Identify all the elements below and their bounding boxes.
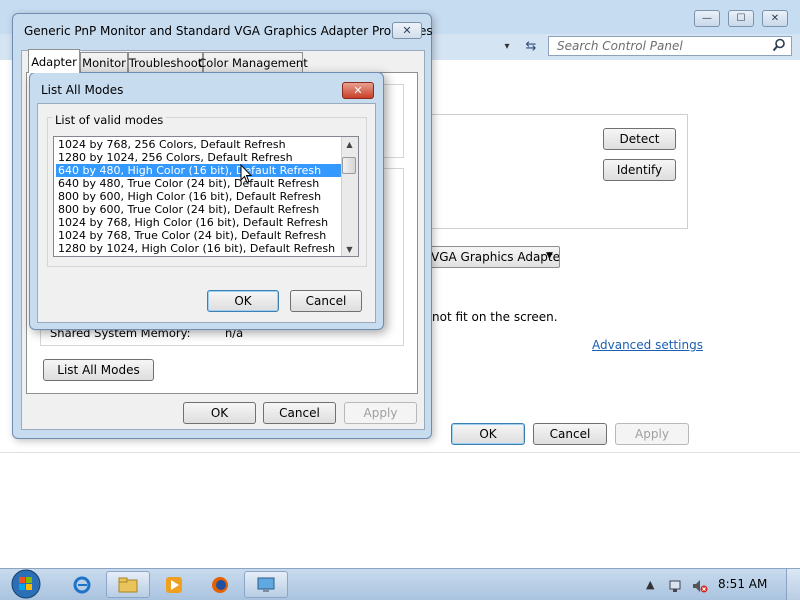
modes-scrollbar[interactable]	[341, 137, 358, 256]
list-all-modes-button[interactable]: List All Modes	[43, 359, 154, 381]
advanced-settings-link[interactable]: Advanced settings	[592, 338, 703, 352]
maximize-button[interactable]: ☐	[728, 10, 754, 27]
scroll-down-button[interactable]: ▼	[341, 242, 358, 256]
close-icon: ✕	[353, 84, 363, 97]
tab-monitor[interactable]: Monitor	[80, 52, 128, 72]
tab-troubleshoot[interactable]: Troubleshoot	[128, 52, 203, 72]
scroll-thumb[interactable]	[342, 157, 356, 174]
list-item[interactable]: 1024 by 768, 256 Colors, Default Refresh	[56, 138, 341, 151]
dialog-title: Generic PnP Monitor and Standard VGA Gra…	[24, 24, 433, 38]
minimize-button[interactable]: —	[694, 10, 720, 27]
taskbar-internet-explorer[interactable]	[60, 571, 104, 598]
dialog-close-button[interactable]: ✕	[392, 22, 422, 39]
detect-button[interactable]: Detect	[603, 128, 676, 150]
taskbar-firefox[interactable]	[198, 571, 242, 598]
valid-modes-label: List of valid modes	[52, 113, 167, 127]
cp-ok-button[interactable]: OK	[451, 423, 525, 445]
list-item-selected[interactable]: 640 by 480, High Color (16 bit), Default…	[56, 164, 341, 177]
control-panel-footer	[0, 452, 800, 568]
tab-color-management[interactable]: Color Management	[198, 52, 308, 72]
list-item[interactable]: 1280 by 1024, 256 Colors, Default Refres…	[56, 151, 341, 164]
modes-listbox[interactable]: 1024 by 768, 256 Colors, Default Refresh…	[53, 136, 359, 257]
maximize-icon: ☐	[736, 13, 746, 24]
list-item[interactable]: 1024 by 768, True Color (24 bit), Defaul…	[56, 229, 341, 242]
address-dropdown-button[interactable]: ▾	[498, 36, 516, 56]
search-input[interactable]: Search Control Panel	[548, 36, 792, 56]
media-player-icon	[166, 576, 182, 593]
refresh-icon: ⇆	[525, 38, 537, 54]
taskbar-media-player[interactable]	[152, 571, 196, 598]
list-item[interactable]: 640 by 480, True Color (24 bit), Default…	[56, 177, 341, 190]
chevron-up-icon: ▲	[346, 139, 353, 149]
mouse-pointer-icon	[240, 163, 253, 187]
props-cancel-button[interactable]: Cancel	[263, 402, 336, 424]
close-icon: ✕	[770, 13, 780, 24]
start-button[interactable]	[8, 569, 44, 599]
firefox-icon	[212, 576, 228, 593]
resolution-warning-text: not fit on the screen.	[432, 310, 558, 324]
system-clock[interactable]: 8:51 AM	[718, 577, 767, 591]
chevron-down-icon: ▾	[504, 40, 510, 52]
folder-icon	[118, 577, 138, 592]
show-desktop-button[interactable]	[786, 569, 800, 600]
modes-dialog-title: List All Modes	[41, 83, 124, 97]
list-item[interactable]: 800 by 600, True Color (24 bit), Default…	[56, 203, 341, 216]
list-item[interactable]: 800 by 600, High Color (16 bit), Default…	[56, 190, 341, 203]
list-item[interactable]: 1280 by 1024, High Color (16 bit), Defau…	[56, 242, 341, 255]
close-button[interactable]: ✕	[762, 10, 788, 27]
tab-adapter[interactable]: Adapter	[28, 49, 80, 73]
chevron-down-icon: ▼	[546, 251, 553, 261]
close-icon: ✕	[402, 24, 412, 37]
network-icon[interactable]	[668, 579, 682, 596]
refresh-button[interactable]: ⇆	[520, 36, 542, 56]
tray-expand-icon[interactable]: ▲	[646, 578, 654, 591]
taskbar-windows-explorer[interactable]	[106, 571, 150, 598]
props-apply-button[interactable]: Apply	[344, 402, 417, 424]
modes-cancel-button[interactable]: Cancel	[290, 290, 362, 312]
modes-ok-button[interactable]: OK	[207, 290, 279, 312]
windows-logo-icon	[11, 569, 41, 599]
scroll-up-button[interactable]: ▲	[341, 137, 358, 151]
chevron-down-icon: ▼	[346, 244, 353, 254]
taskbar-display-settings[interactable]	[244, 571, 288, 598]
identify-button[interactable]: Identify	[603, 159, 676, 181]
volume-muted-icon[interactable]	[692, 579, 708, 596]
list-item[interactable]: 1024 by 768, High Color (16 bit), Defaul…	[56, 216, 341, 229]
display-select[interactable]: VGA Graphics Adapter	[420, 246, 560, 268]
cp-apply-button[interactable]: Apply	[615, 423, 689, 445]
modes-close-button[interactable]: ✕	[342, 82, 374, 99]
monitor-icon	[257, 577, 275, 592]
cp-cancel-button[interactable]: Cancel	[533, 423, 607, 445]
minimize-icon: —	[702, 13, 712, 24]
props-ok-button[interactable]: OK	[183, 402, 256, 424]
internet-explorer-icon	[73, 576, 91, 593]
search-icon[interactable]	[772, 38, 786, 56]
